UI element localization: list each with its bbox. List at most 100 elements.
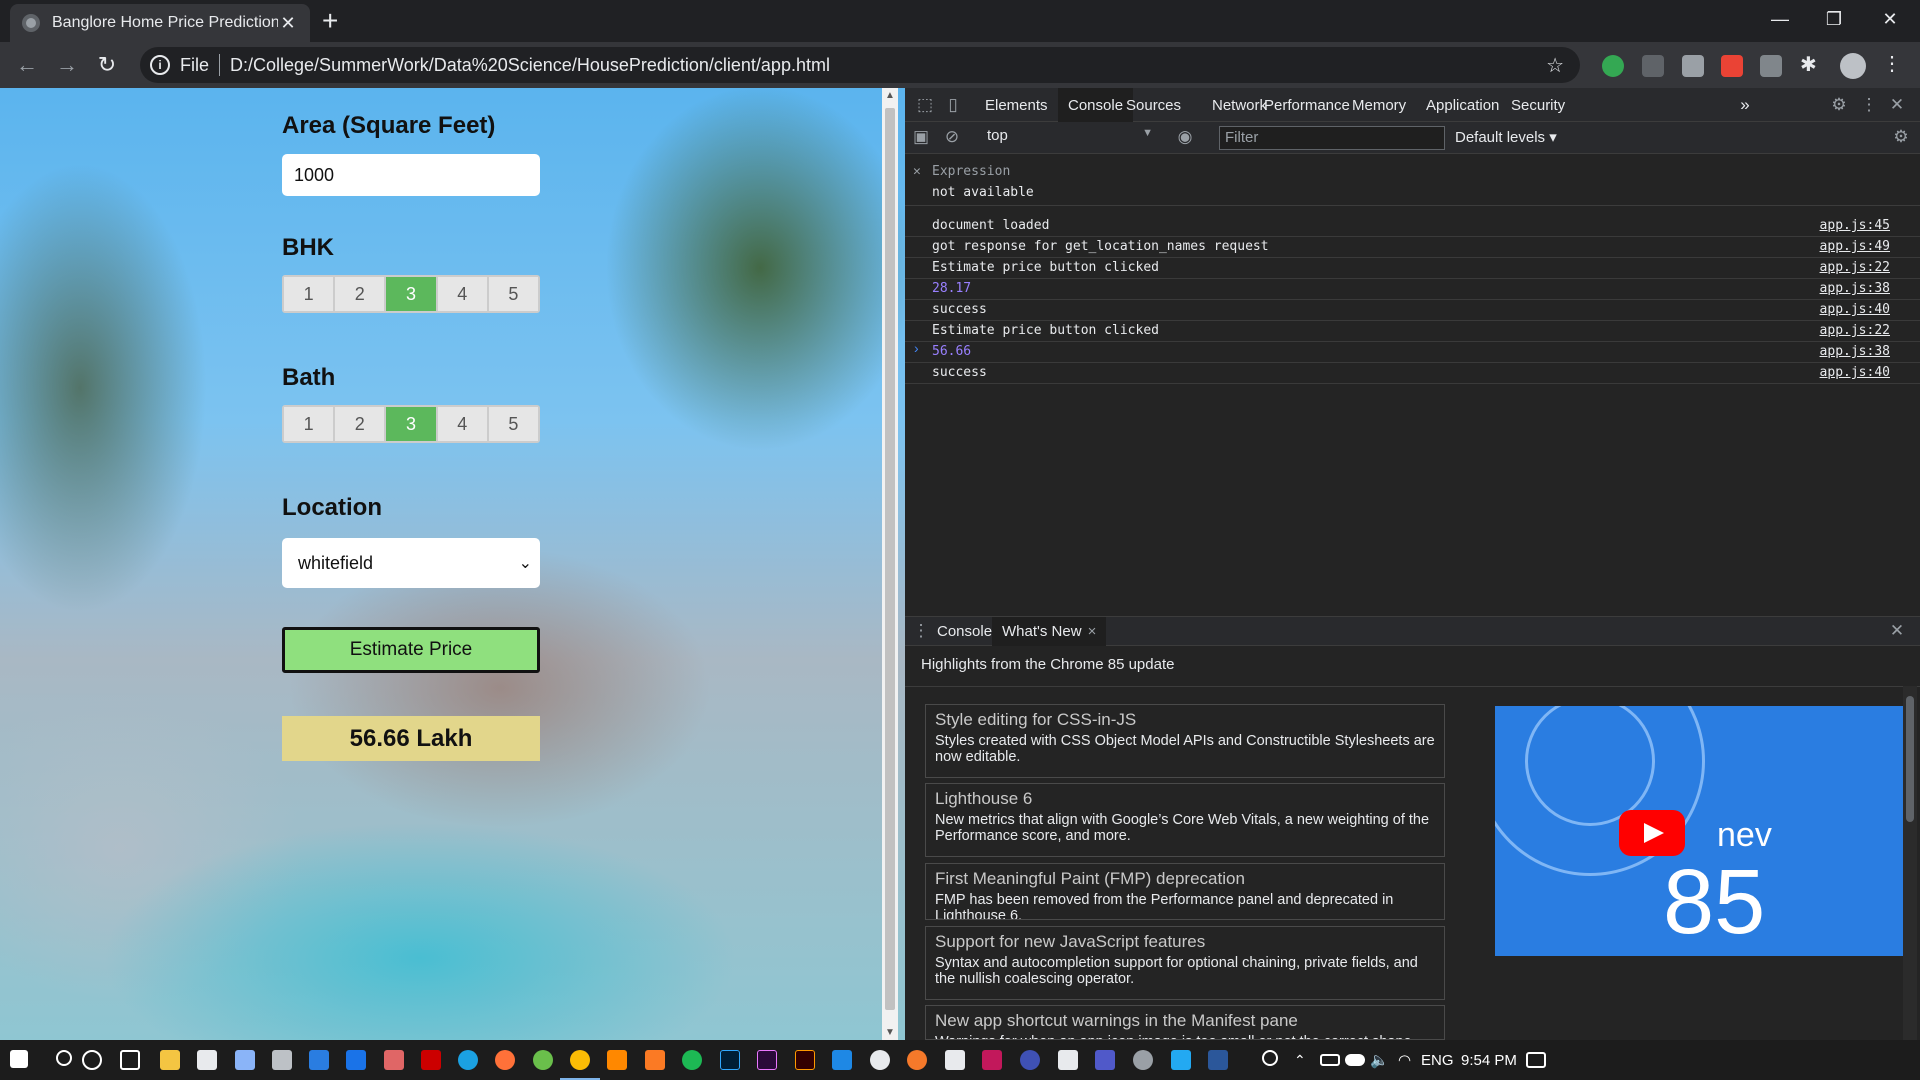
new-tab-button[interactable]: + [322, 6, 338, 36]
close-devtools-icon[interactable]: ✕ [1887, 95, 1907, 115]
task-view-icon[interactable] [120, 1050, 140, 1070]
browser-tab[interactable]: Banglore Home Price Prediction ✕ [10, 4, 310, 42]
extension-icon[interactable] [1642, 55, 1664, 77]
eye-icon[interactable]: ◉ [1175, 127, 1195, 147]
log-levels-dropdown[interactable]: Default levels ▾ [1455, 128, 1557, 146]
bhk-option-2[interactable]: 2 [335, 277, 387, 311]
onedrive-icon[interactable] [1345, 1054, 1365, 1066]
tab-elements[interactable]: Elements [975, 88, 1058, 122]
whats-new-card[interactable]: New app shortcut warnings in the Manifes… [925, 1005, 1445, 1040]
device-toggle-icon[interactable]: ▯ [943, 95, 963, 115]
bhk-option-4[interactable]: 4 [437, 277, 489, 311]
chevron-up-icon[interactable]: ⌃ [1294, 1040, 1306, 1080]
app-icon[interactable] [235, 1050, 255, 1070]
app-icon[interactable] [870, 1050, 890, 1070]
bath-option-3[interactable]: 3 [386, 407, 438, 441]
todo-icon[interactable] [309, 1050, 329, 1070]
search-icon[interactable] [56, 1050, 72, 1066]
close-tab-icon[interactable]: ✕ [278, 13, 298, 34]
avatar[interactable] [1840, 53, 1866, 79]
puzzle-icon[interactable]: ✱ [1800, 52, 1822, 76]
back-button[interactable]: ← [12, 50, 42, 80]
whats-new-card[interactable]: Support for new JavaScript features Synta… [925, 926, 1445, 1000]
windows-start-icon[interactable] [10, 1050, 28, 1068]
app-icon[interactable] [832, 1050, 852, 1070]
app-icon[interactable] [533, 1050, 553, 1070]
source-link[interactable]: app.js:49 [1820, 237, 1890, 257]
estimate-price-button[interactable]: Estimate Price [282, 627, 540, 673]
teams-icon[interactable] [1095, 1050, 1115, 1070]
app-icon[interactable] [645, 1050, 665, 1070]
address-bar[interactable]: i File D:/College/SummerWork/Data%20Scie… [140, 47, 1580, 83]
inspect-icon[interactable]: ⬚ [915, 95, 935, 115]
spotify-icon[interactable] [682, 1050, 702, 1070]
app-icon[interactable] [421, 1050, 441, 1070]
extension-icon[interactable] [1682, 55, 1704, 77]
console-prompt[interactable]: › [914, 340, 919, 356]
bath-option-5[interactable]: 5 [488, 407, 539, 441]
remove-expression-icon[interactable]: ✕ [913, 164, 921, 179]
console-settings-icon[interactable]: ⚙ [1891, 127, 1911, 147]
store-icon[interactable] [197, 1050, 217, 1070]
language-indicator[interactable]: ENG [1421, 1040, 1454, 1080]
kebab-menu-icon[interactable]: ⋮ [1859, 95, 1879, 115]
more-tabs-icon[interactable]: » [1735, 95, 1755, 115]
bath-option-4[interactable]: 4 [437, 407, 489, 441]
chrome-icon[interactable] [570, 1050, 590, 1070]
bath-option-2[interactable]: 2 [335, 407, 387, 441]
release-video-thumbnail[interactable]: nev 85 [1495, 706, 1905, 956]
volume-icon[interactable]: 🔈 [1370, 1040, 1389, 1080]
source-link[interactable]: app.js:22 [1820, 258, 1890, 278]
play-icon[interactable] [1619, 810, 1685, 856]
tab-security[interactable]: Security [1501, 88, 1575, 122]
expression-label[interactable]: Expression [932, 164, 1010, 179]
reload-button[interactable]: ↻ [92, 50, 122, 80]
location-select[interactable]: whitefield ⌄ [282, 538, 540, 588]
area-input[interactable] [282, 154, 540, 196]
tab-sources[interactable]: Sources [1116, 88, 1191, 122]
bhk-option-1[interactable]: 1 [284, 277, 336, 311]
battery-icon[interactable] [1320, 1054, 1340, 1066]
window-close-button[interactable]: ✕ [1862, 0, 1918, 38]
tab-application[interactable]: Application [1416, 88, 1509, 122]
forward-button[interactable]: → [52, 50, 82, 80]
source-link[interactable]: app.js:38 [1820, 342, 1890, 362]
app-icon[interactable] [945, 1050, 965, 1070]
url-text[interactable]: D:/College/SummerWork/Data%20Science/Hou… [230, 55, 830, 76]
drawer-tab-whats-new[interactable]: What's New × [992, 617, 1107, 646]
info-icon[interactable]: i [150, 55, 170, 75]
file-explorer-icon[interactable] [160, 1050, 180, 1070]
extension-icon[interactable] [1602, 55, 1624, 77]
whats-new-card[interactable]: Style editing for CSS-in-JS Styles create… [925, 704, 1445, 778]
filter-input[interactable]: Filter [1219, 126, 1445, 150]
premiere-icon[interactable] [757, 1050, 777, 1070]
restore-button[interactable]: ❐ [1806, 0, 1862, 38]
extension-icon[interactable] [1721, 55, 1743, 77]
whats-new-card[interactable]: First Meaningful Paint (FMP) deprecation… [925, 863, 1445, 920]
extension-icon[interactable] [1760, 55, 1782, 77]
source-link[interactable]: app.js:38 [1820, 279, 1890, 299]
minimize-button[interactable]: — [1752, 0, 1808, 38]
drawer-tab-console[interactable]: Console [927, 617, 1002, 646]
source-link[interactable]: app.js:22 [1820, 321, 1890, 341]
bath-option-1[interactable]: 1 [284, 407, 336, 441]
app-icon[interactable] [982, 1050, 1002, 1070]
gear-icon[interactable]: ⚙ [1829, 95, 1849, 115]
clear-console-icon[interactable]: ⊘ [942, 127, 962, 147]
clock[interactable]: 9:54 PM [1461, 1040, 1517, 1080]
app-icon[interactable] [384, 1050, 404, 1070]
notifications-icon[interactable] [1526, 1052, 1546, 1068]
scroll-down-icon[interactable]: ▼ [885, 1027, 895, 1038]
bhk-option-3[interactable]: 3 [386, 277, 438, 311]
drawer-scrollbar[interactable] [1903, 686, 1917, 1040]
source-link[interactable]: app.js:45 [1820, 216, 1890, 236]
menu-icon[interactable]: ⋮ [1882, 51, 1904, 75]
scrollbar-thumb[interactable] [1906, 696, 1914, 822]
app-icon[interactable] [1058, 1050, 1078, 1070]
cortana-icon[interactable] [82, 1050, 102, 1070]
source-link[interactable]: app.js:40 [1820, 300, 1890, 320]
people-icon[interactable] [1262, 1050, 1278, 1066]
edge-icon[interactable] [458, 1050, 478, 1070]
settings-icon[interactable] [1133, 1050, 1153, 1070]
close-tab-icon[interactable]: × [1088, 623, 1097, 640]
